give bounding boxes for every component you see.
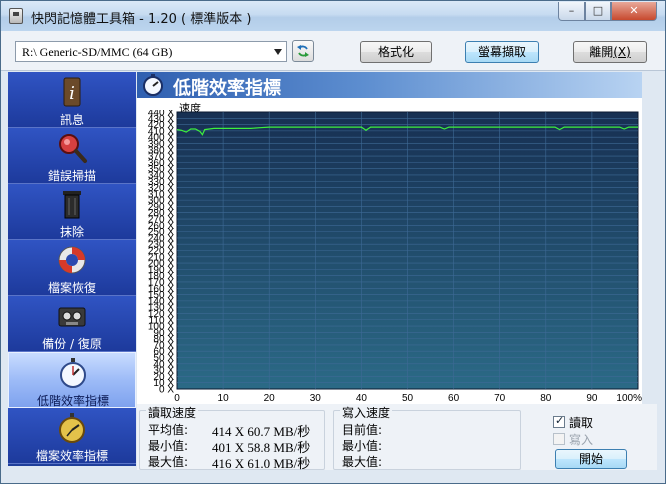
avg-label: 平均值:: [148, 423, 189, 437]
magnifier-icon: [59, 134, 87, 163]
title-bar[interactable]: 快閃記憶體工具箱 - 1.20 ( 標準版本 ) – □ ✕: [1, 1, 665, 31]
x-tick-label: 100%: [616, 393, 642, 404]
chevron-down-icon: [274, 49, 282, 55]
close-button[interactable]: ✕: [611, 2, 657, 21]
x-tick-label: 40: [356, 393, 368, 404]
x-tick-label: 90: [586, 393, 598, 404]
write-speed-group: 寫入速度 目前值: 最小值: 最大值:: [333, 404, 521, 470]
benchmark-controls: 讀取 寫入 開始: [549, 412, 649, 472]
sidebar-item-label: 檔案效率指標: [35, 449, 108, 463]
write-speed-title: 寫入速度: [340, 404, 393, 421]
format-button[interactable]: 格式化: [360, 41, 432, 63]
x-tick-label: 10: [218, 393, 230, 404]
stopwatch-icon: [143, 74, 163, 96]
sidebar-item-label: 檔案恢復: [47, 281, 96, 295]
toolbar: R:\ Generic-SD/MMC (64 GB) 格式化 螢幕擷取 離開(X…: [1, 31, 665, 71]
drive-select[interactable]: R:\ Generic-SD/MMC (64 GB): [15, 41, 287, 62]
x-tick-label: 80: [540, 393, 552, 404]
write-checkbox[interactable]: [553, 433, 565, 445]
sidebar-item-file-benchmark[interactable]: 檔案效率指標: [8, 408, 136, 464]
panel-title: 低階效率指標: [173, 78, 281, 99]
start-button[interactable]: 開始: [555, 449, 627, 469]
benchmark-panel: 低階效率指標 速度 0 X 10 X 20 X 30 X 40 X 50 X 60 X 70 …: [137, 72, 642, 408]
sidebar-item-label: 備份 / 復原: [42, 337, 102, 351]
read-checkbox[interactable]: [553, 414, 565, 428]
sidebar: i 訊息 錯誤掃描 抹除 檔案恢復 備份 / 復原 低階效率指標 檔案效率指標: [8, 72, 136, 466]
panel-header: 低階效率指標: [137, 72, 642, 99]
min-label: 最小值:: [148, 439, 189, 453]
read-max-value: 416 X 61.0 MB/秒: [212, 456, 311, 471]
app-window: 快閃記憶體工具箱 - 1.20 ( 標準版本 ) – □ ✕ R:\ Gener…: [0, 0, 666, 484]
tape-icon: [58, 307, 86, 327]
window-title: 快閃記憶體工具箱 - 1.20 ( 標準版本 ): [31, 12, 252, 27]
stopwatch-gold-icon: [59, 413, 85, 443]
refresh-icon: [297, 45, 309, 57]
app-icon: [9, 8, 23, 24]
cur-label: 目前值:: [342, 423, 383, 437]
sidebar-item-info[interactable]: i 訊息: [8, 72, 136, 128]
maximize-button[interactable]: □: [585, 2, 611, 21]
speed-chart: 0 X10 X20 X30 X40 X50 X60 X70 X80 X90 X1…: [148, 110, 642, 404]
sidebar-item-label: 低階效率指標: [36, 394, 109, 408]
sidebar-item-label: 抹除: [59, 225, 84, 239]
min-label: 最小值:: [342, 439, 383, 453]
x-tick-label: 60: [448, 393, 460, 404]
svg-text:i: i: [69, 83, 75, 104]
exit-button-label: 離開: [589, 45, 614, 59]
x-tick-label: 30: [310, 393, 322, 404]
lifebuoy-icon: [58, 246, 86, 274]
write-checkbox-label: 寫入: [569, 433, 594, 447]
exit-button[interactable]: 離開(X): [573, 41, 647, 63]
x-tick-label: 0: [174, 393, 180, 404]
stopwatch-icon: [60, 358, 86, 388]
x-tick-label: 50: [402, 393, 414, 404]
stats-area: 讀取速度 平均值: 414 X 60.7 MB/秒 最小值: 401 X 58.…: [137, 404, 657, 472]
read-speed-title: 讀取速度: [146, 404, 199, 421]
sidebar-item-label: 錯誤掃描: [47, 169, 96, 183]
max-label: 最大值:: [342, 455, 383, 469]
trash-icon: [63, 191, 81, 219]
sidebar-item-file-recovery[interactable]: 檔案恢復: [8, 240, 136, 296]
refresh-button[interactable]: [292, 40, 314, 62]
sidebar-item-low-level-benchmark[interactable]: 低階效率指標: [8, 352, 136, 408]
drive-select-value: R:\ Generic-SD/MMC (64 GB): [22, 45, 173, 59]
x-tick-label: 20: [264, 393, 276, 404]
read-checkbox-label: 讀取: [569, 416, 594, 430]
minimize-button[interactable]: –: [558, 2, 585, 21]
max-label: 最大值:: [148, 455, 189, 469]
screen-capture-button[interactable]: 螢幕擷取: [465, 41, 539, 63]
read-speed-group: 讀取速度 平均值: 414 X 60.7 MB/秒 最小值: 401 X 58.…: [139, 404, 325, 471]
sidebar-item-erase[interactable]: 抹除: [8, 184, 136, 240]
sidebar-item-backup-restore[interactable]: 備份 / 復原: [8, 296, 136, 352]
x-tick-label: 70: [494, 393, 506, 404]
info-icon: i: [63, 77, 81, 107]
exit-hotkey: (X): [613, 45, 631, 59]
sidebar-item-error-scan[interactable]: 錯誤掃描: [8, 128, 136, 184]
sidebar-item-label: 訊息: [59, 113, 84, 127]
y-tick-label: 440 X: [148, 110, 174, 119]
